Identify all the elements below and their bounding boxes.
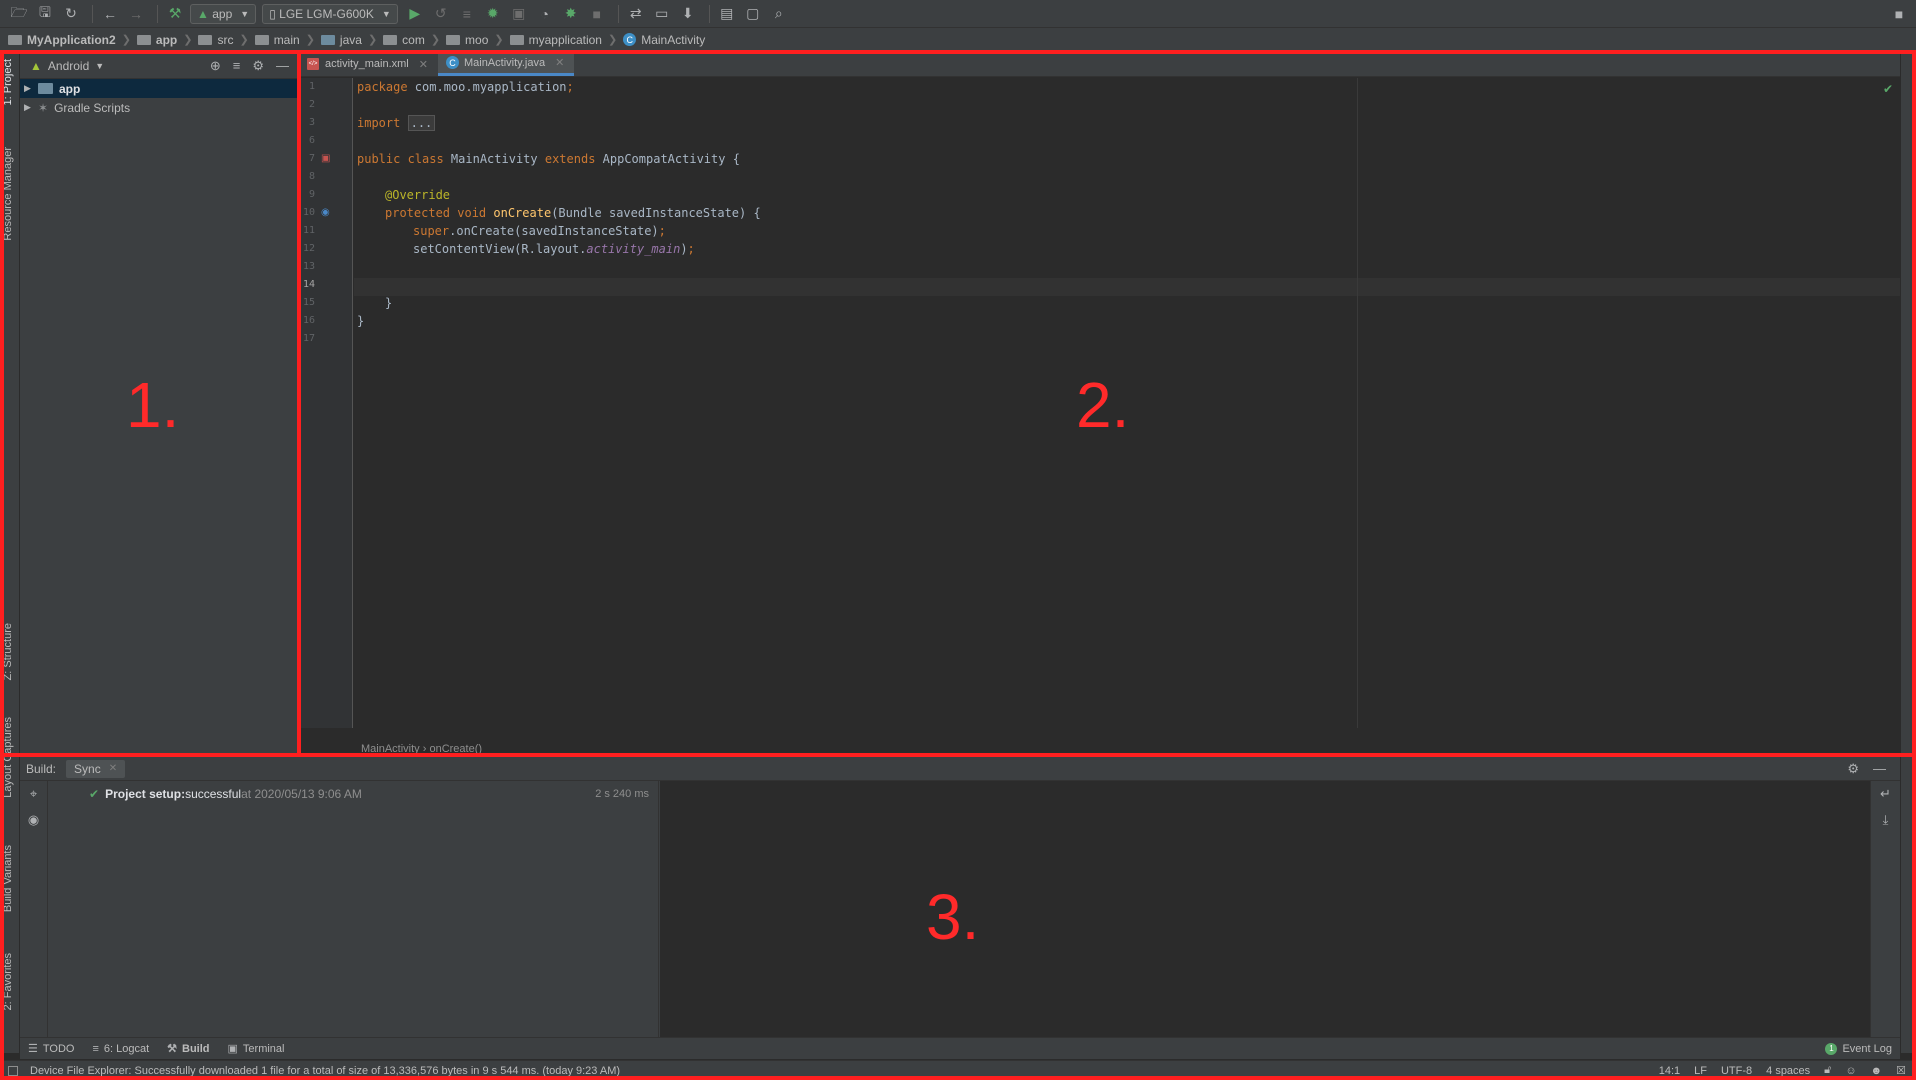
profile-icon[interactable]: ◔	[534, 3, 556, 25]
chevron-right-icon: ❯	[367, 34, 378, 46]
folder-icon	[320, 34, 335, 45]
device-dropdown[interactable]: ▯ LGE LGM-G600K ▼	[262, 3, 398, 24]
chevron-right-icon: ❯	[305, 34, 315, 46]
chevron-right-icon: ❯	[494, 34, 504, 46]
search-icon[interactable]: ⌕	[768, 3, 790, 25]
chevron-right-icon: ❯	[607, 34, 618, 46]
toolbar-divider	[708, 4, 710, 23]
breadcrumb-label: app	[155, 32, 178, 47]
back-arrow-icon[interactable]: ←	[99, 3, 121, 25]
sdk-manager-icon[interactable]: ⬇	[677, 3, 699, 25]
chevron-down-icon: ▼	[381, 8, 391, 19]
annotation-number-2: 2.	[1076, 369, 1130, 441]
apply-changes-icon[interactable]: ↺	[430, 3, 452, 25]
breadcrumb-label: myapplication	[528, 32, 602, 47]
annotation-number-3: 3.	[926, 881, 980, 953]
breadcrumb-label: MainActivity	[641, 32, 706, 47]
chevron-right-icon: ❯	[183, 34, 193, 46]
breadcrumb-label: com	[402, 32, 425, 47]
project-structure-icon[interactable]: ▤	[716, 3, 738, 25]
class-icon: C	[623, 33, 637, 46]
folder-icon	[383, 34, 398, 45]
folder-icon	[509, 34, 524, 45]
debug-icon[interactable]: ✹	[482, 3, 504, 25]
run-configuration-dropdown[interactable]: ▲︎ app ▼	[190, 3, 257, 24]
breadcrumb-label: java	[339, 32, 362, 47]
sync-gradle-icon[interactable]: ⇄	[625, 3, 647, 25]
sync-icon[interactable]: ↻	[60, 3, 82, 25]
breadcrumb-moo[interactable]: moo	[446, 33, 488, 47]
run-icon[interactable]: ▶	[404, 3, 426, 25]
main-toolbar: 🗁 🖫 ↻ ← → ⚒ ▲︎ app ▼ ▯ LGE LGM-G600K ▼ ▶…	[0, 0, 1916, 28]
breadcrumb-com[interactable]: com	[383, 33, 425, 47]
chevron-right-icon: ❯	[239, 34, 249, 46]
save-icon[interactable]: 🖫	[34, 3, 56, 25]
folder-icon	[446, 34, 461, 45]
chevron-right-icon: ❯	[430, 34, 441, 46]
user-avatar-icon[interactable]: ■	[1888, 3, 1910, 25]
breadcrumb-mainactivity[interactable]: C MainActivity	[623, 33, 705, 47]
folder-icon	[8, 34, 22, 45]
breadcrumb-label: MyApplication2	[27, 32, 116, 47]
layout-inspector-icon[interactable]: ▢	[742, 3, 764, 25]
breadcrumb-label: main	[273, 32, 300, 47]
toolbar-divider	[617, 4, 619, 23]
stop-icon[interactable]: ■	[586, 3, 608, 25]
chevron-right-icon: ❯	[121, 34, 131, 46]
toolbar-divider	[157, 4, 158, 23]
breadcrumb-label: src	[217, 32, 234, 47]
breadcrumb-myapplication[interactable]: myapplication	[509, 32, 602, 47]
folder-icon	[198, 34, 213, 45]
avd-manager-icon[interactable]: ▭	[651, 3, 673, 25]
attach-debugger-icon[interactable]: ✸	[560, 3, 582, 25]
breadcrumb-project[interactable]: MyApplication2	[8, 33, 116, 47]
open-folder-icon[interactable]: 🗁	[8, 3, 30, 25]
apply-code-changes-icon[interactable]: ≡	[456, 3, 478, 25]
breadcrumb-label: moo	[465, 32, 489, 47]
coverage-icon[interactable]: ▣	[508, 3, 530, 25]
folder-icon	[136, 34, 151, 45]
breadcrumb-java[interactable]: java	[320, 32, 362, 47]
navigation-breadcrumb: MyApplication2 ❯ app ❯ src ❯ main ❯ java…	[0, 28, 1916, 52]
device-label: LGE LGM-G600K	[279, 6, 374, 21]
hammer-build-icon[interactable]: ⚒	[164, 3, 186, 25]
breadcrumb-main[interactable]: main	[254, 32, 300, 47]
breadcrumb-src[interactable]: src	[198, 33, 233, 47]
run-configuration-label: app	[212, 6, 233, 21]
forward-arrow-icon[interactable]: →	[125, 3, 147, 25]
folder-icon	[254, 34, 269, 45]
breadcrumb-app[interactable]: app	[136, 32, 178, 47]
toolbar-divider	[92, 4, 93, 23]
chevron-down-icon: ▼	[240, 8, 250, 19]
annotation-number-1: 1.	[126, 369, 180, 441]
phone-icon: ▯	[269, 6, 276, 21]
android-icon: ▲︎	[197, 6, 209, 21]
